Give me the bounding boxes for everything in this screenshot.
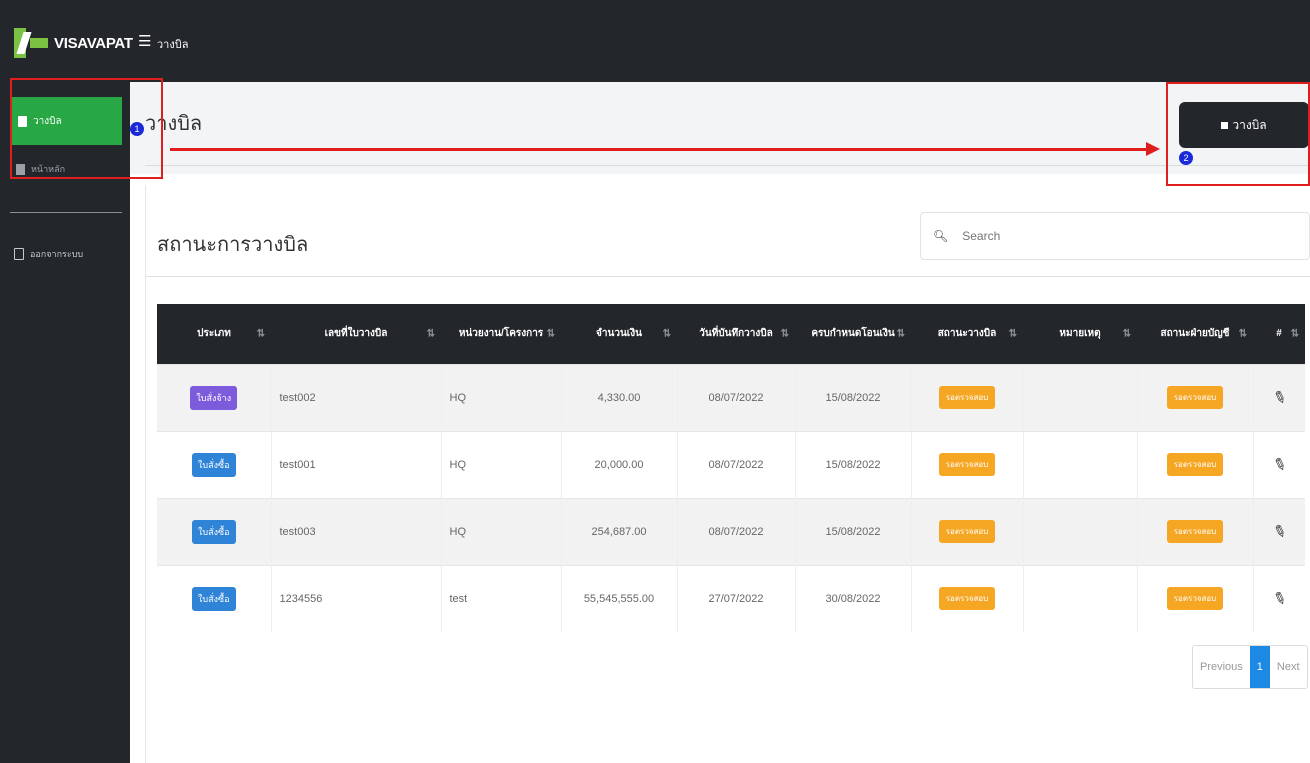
table-row: ใบสั่งซื้อ 1234556 test 55,545,555.00 27… bbox=[157, 564, 1305, 632]
next-page-button[interactable]: Next bbox=[1269, 646, 1307, 688]
sort-icon[interactable]: ⇅ bbox=[547, 328, 555, 339]
unit-cell: test bbox=[441, 564, 562, 632]
bill-no-cell: test001 bbox=[271, 430, 442, 498]
col-header-bill-no[interactable]: เลขที่ใบวางบิล ⇅ bbox=[271, 304, 441, 364]
table-row: ใบสั่งซื้อ test001 HQ 20,000.00 08/07/20… bbox=[157, 430, 1305, 498]
col-header-record-date[interactable]: วันที่บันทึกวางบิล ⇅ bbox=[677, 304, 795, 364]
note-cell bbox=[1023, 564, 1138, 632]
due-date-cell: 15/08/2022 bbox=[795, 430, 912, 498]
page-1-button[interactable]: 1 bbox=[1249, 646, 1270, 688]
col-header-account-status[interactable]: สถานะฝ่ายบัญชี ⇅ bbox=[1137, 304, 1253, 364]
sidebar-divider bbox=[10, 212, 122, 213]
sort-icon[interactable]: ⇅ bbox=[427, 328, 435, 339]
record-date-cell: 08/07/2022 bbox=[677, 497, 796, 565]
account-status-badge: รอตรวจสอบ bbox=[1166, 386, 1224, 409]
status-badge: รอตรวจสอบ bbox=[938, 453, 996, 476]
sort-icon[interactable]: ⇅ bbox=[1123, 328, 1131, 339]
annotation-arrow-head-icon bbox=[1146, 142, 1160, 156]
unit-cell: HQ bbox=[441, 363, 562, 431]
amount-cell: 20,000.00 bbox=[561, 430, 678, 498]
pagination: Previous 1 Next bbox=[1192, 645, 1308, 689]
record-date-cell: 08/07/2022 bbox=[677, 363, 796, 431]
search-icon: 🔍︎ bbox=[933, 229, 949, 243]
bill-no-cell: 1234556 bbox=[271, 564, 442, 632]
pencil-icon[interactable]: ✎ bbox=[1270, 453, 1289, 476]
brand-logo[interactable]: VISAVAPAT bbox=[14, 28, 133, 58]
logo-mark-icon bbox=[14, 28, 48, 58]
step-marker-2: 2 bbox=[1179, 151, 1193, 165]
due-date-cell: 15/08/2022 bbox=[795, 497, 912, 565]
account-status-badge: รอตรวจสอบ bbox=[1166, 453, 1224, 476]
sort-icon[interactable]: ⇅ bbox=[257, 328, 265, 339]
col-header-type[interactable]: ประเภท ⇅ bbox=[157, 304, 271, 364]
logout-label: ออกจากระบบ bbox=[30, 249, 84, 259]
topbar-title: วางบิล bbox=[157, 39, 189, 51]
col-header-status[interactable]: สถานะวางบิล ⇅ bbox=[911, 304, 1023, 364]
top-navbar bbox=[0, 0, 1310, 82]
status-badge: รอตรวจสอบ bbox=[938, 587, 996, 611]
logout-icon bbox=[14, 248, 24, 260]
pencil-icon[interactable]: ✎ bbox=[1270, 520, 1289, 543]
header-divider bbox=[145, 165, 1310, 166]
sort-icon[interactable]: ⇅ bbox=[1239, 328, 1247, 339]
table-header-row: ประเภท ⇅ เลขที่ใบวางบิล ⇅ หน่วยงาน/โครงการ… bbox=[157, 304, 1305, 364]
status-badge: รอตรวจสอบ bbox=[938, 386, 996, 409]
section-title: สถานะการวางบิล bbox=[157, 234, 309, 256]
sort-icon[interactable]: ⇅ bbox=[663, 328, 671, 339]
amount-cell: 254,687.00 bbox=[561, 497, 678, 565]
search-box[interactable]: 🔍︎ bbox=[920, 212, 1310, 260]
col-header-action[interactable]: # ⇅ bbox=[1253, 304, 1305, 364]
account-status-badge: รอตรวจสอบ bbox=[1166, 587, 1224, 611]
annotation-highlight-add-button bbox=[1166, 82, 1310, 186]
type-badge: ใบสั่งซื้อ bbox=[191, 586, 236, 611]
unit-cell: HQ bbox=[441, 430, 562, 498]
sort-icon[interactable]: ⇅ bbox=[1291, 328, 1299, 339]
status-badge: รอตรวจสอบ bbox=[938, 520, 996, 543]
step-marker-1: 1 bbox=[130, 122, 144, 136]
unit-cell: HQ bbox=[441, 497, 562, 565]
type-badge: ใบสั่งจ้าง bbox=[190, 385, 238, 410]
page-header bbox=[130, 82, 1310, 174]
section-divider bbox=[145, 276, 1310, 277]
col-header-amount[interactable]: จำนวนเงิน ⇅ bbox=[561, 304, 677, 364]
record-date-cell: 08/07/2022 bbox=[677, 430, 796, 498]
due-date-cell: 15/08/2022 bbox=[795, 363, 912, 431]
table-row: ใบสั่งซื้อ test003 HQ 254,687.00 08/07/2… bbox=[157, 497, 1305, 565]
bill-no-cell: test003 bbox=[271, 497, 442, 565]
sidebar bbox=[0, 82, 130, 763]
sort-icon[interactable]: ⇅ bbox=[897, 328, 905, 339]
amount-cell: 4,330.00 bbox=[561, 363, 678, 431]
amount-cell: 55,545,555.00 bbox=[561, 564, 678, 632]
col-header-unit[interactable]: หน่วยงาน/โครงการ ⇅ bbox=[441, 304, 561, 364]
brand-name: VISAVAPAT bbox=[54, 34, 133, 52]
col-header-due-date[interactable]: ครบกำหนดโอนเงิน ⇅ bbox=[795, 304, 911, 364]
type-badge: ใบสั่งซื้อ bbox=[191, 519, 236, 544]
annotation-arrow bbox=[170, 148, 1148, 151]
due-date-cell: 30/08/2022 bbox=[795, 564, 912, 632]
sort-icon[interactable]: ⇅ bbox=[781, 328, 789, 339]
table-row: ใบสั่งจ้าง test002 HQ 4,330.00 08/07/202… bbox=[157, 363, 1305, 431]
note-cell bbox=[1023, 497, 1138, 565]
hamburger-icon[interactable]: ☰ bbox=[138, 32, 151, 50]
note-cell bbox=[1023, 430, 1138, 498]
account-status-badge: รอตรวจสอบ bbox=[1166, 520, 1224, 543]
sort-icon[interactable]: ⇅ bbox=[1009, 328, 1017, 339]
pencil-icon[interactable]: ✎ bbox=[1270, 587, 1289, 610]
pencil-icon[interactable]: ✎ bbox=[1270, 386, 1289, 409]
search-input[interactable] bbox=[960, 228, 1261, 244]
previous-page-button[interactable]: Previous bbox=[1193, 646, 1250, 688]
sidebar-item-logout[interactable]: ออกจากระบบ bbox=[14, 247, 83, 261]
col-header-note[interactable]: หมายเหตุ ⇅ bbox=[1023, 304, 1137, 364]
bill-no-cell: test002 bbox=[271, 363, 442, 431]
note-cell bbox=[1023, 363, 1138, 431]
type-badge: ใบสั่งซื้อ bbox=[191, 452, 236, 477]
record-date-cell: 27/07/2022 bbox=[677, 564, 796, 632]
bill-status-table: ประเภท ⇅ เลขที่ใบวางบิล ⇅ หน่วยงาน/โครงการ… bbox=[157, 304, 1305, 632]
